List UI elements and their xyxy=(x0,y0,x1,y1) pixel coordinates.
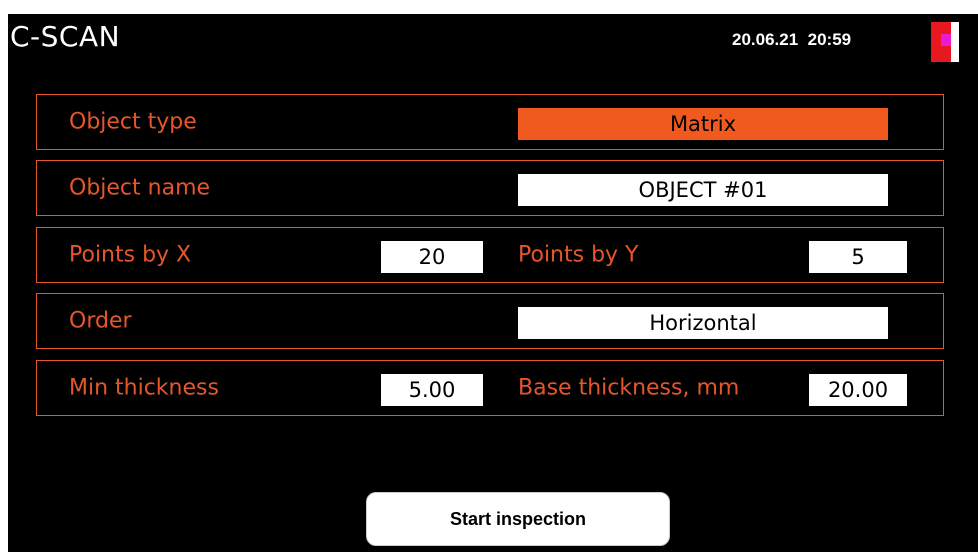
min-thickness-label: Min thickness xyxy=(69,375,219,401)
order-label: Order xyxy=(69,308,132,334)
points-x-label: Points by X xyxy=(69,242,192,268)
row-points: Points by X 20 Points by Y 5 xyxy=(36,227,944,283)
points-x-field[interactable]: 20 xyxy=(381,241,483,273)
row-object-type: Object type Matrix xyxy=(36,94,944,150)
row-order: Order Horizontal xyxy=(36,293,944,349)
object-type-label: Object type xyxy=(69,109,197,135)
left-border xyxy=(0,0,8,552)
screen: C-SCAN 20.06.21 20:59 Object type Matrix… xyxy=(0,0,978,552)
base-thickness-field[interactable]: 20.00 xyxy=(809,374,907,406)
top-border xyxy=(0,0,978,14)
object-type-select[interactable]: Matrix xyxy=(518,108,888,140)
datetime: 20.06.21 20:59 xyxy=(732,30,851,50)
object-name-label: Object name xyxy=(69,175,211,201)
status-white-block xyxy=(951,22,959,62)
object-name-field[interactable]: OBJECT #01 xyxy=(518,174,888,206)
points-y-field[interactable]: 5 xyxy=(809,241,907,273)
start-inspection-button[interactable]: Start inspection xyxy=(366,492,670,546)
row-thickness: Min thickness 5.00 Base thickness, mm 20… xyxy=(36,360,944,416)
time-text: 20:59 xyxy=(807,30,852,49)
status-indicator-icon xyxy=(931,22,959,62)
date-text: 20.06.21 xyxy=(732,30,799,49)
base-thickness-label: Base thickness, mm xyxy=(518,375,740,401)
row-object-name: Object name OBJECT #01 xyxy=(36,160,944,216)
points-y-label: Points by Y xyxy=(518,242,639,268)
order-select[interactable]: Horizontal xyxy=(518,307,888,339)
screen-title: C-SCAN xyxy=(10,20,121,53)
min-thickness-field[interactable]: 5.00 xyxy=(381,374,483,406)
